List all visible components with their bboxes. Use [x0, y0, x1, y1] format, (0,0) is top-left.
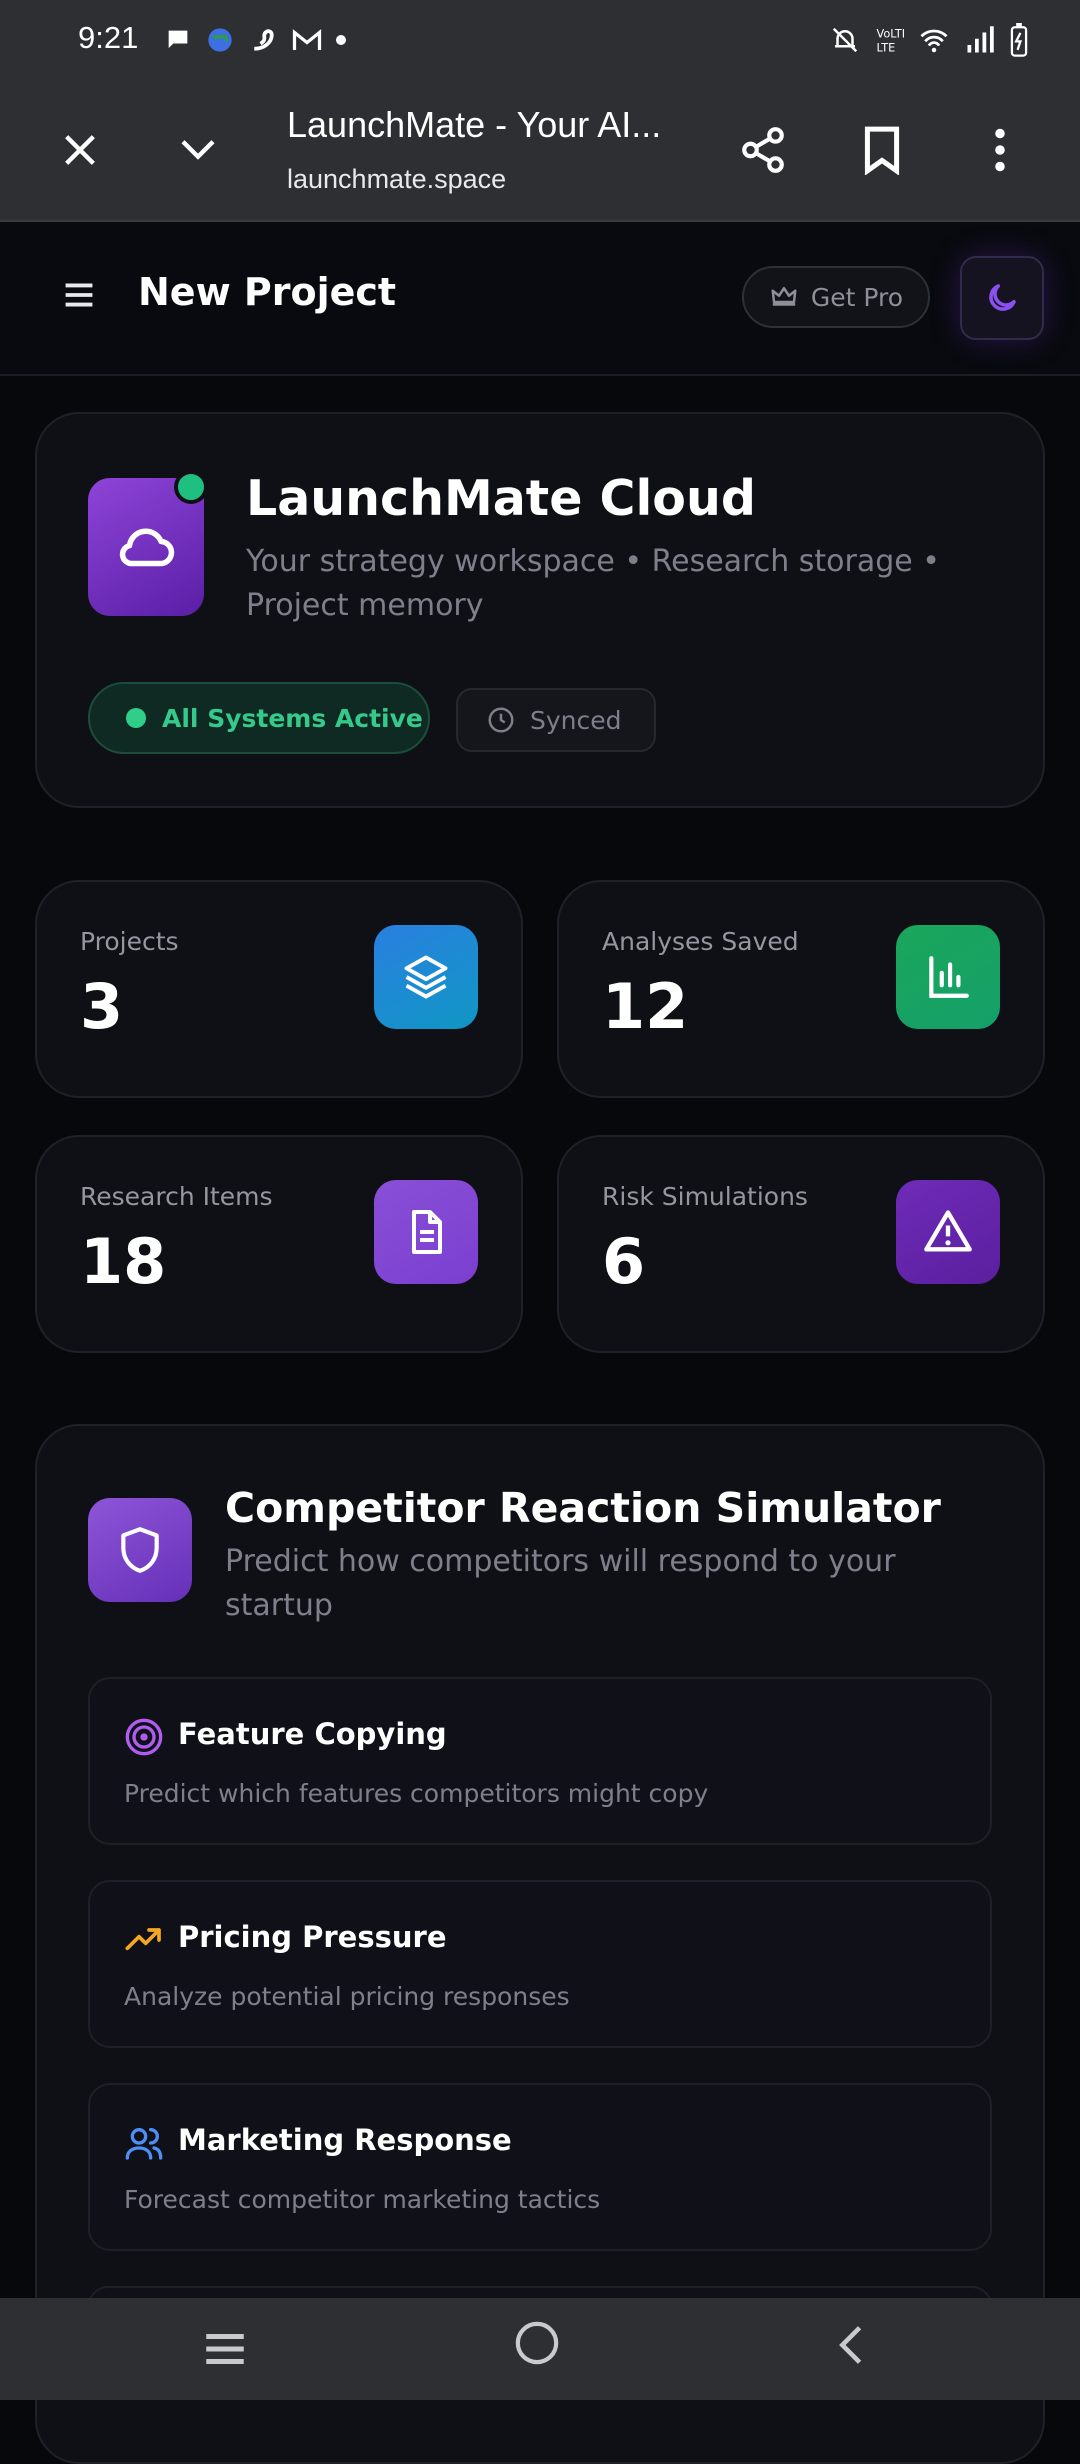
stat-card-projects[interactable]: Projects 3: [35, 880, 523, 1098]
users-icon: [125, 2128, 163, 2160]
stat-value: 6: [602, 1225, 646, 1298]
synced-badge: Synced: [456, 688, 656, 752]
simulator-description: Predict how competitors will respond to …: [225, 1544, 896, 1623]
swirl-icon: [254, 29, 274, 51]
share-button[interactable]: [723, 108, 803, 192]
stat-label: Analyses Saved: [602, 927, 799, 956]
clock-icon: [488, 707, 514, 733]
more-vertical-icon: [995, 128, 1005, 172]
document-icon: [412, 1210, 442, 1254]
home-circle-icon: [515, 2321, 559, 2365]
feature-description: Forecast competitor marketing tactics: [124, 2185, 601, 2214]
notification-icons: [164, 22, 346, 58]
target-icon: [125, 1718, 163, 1756]
bar-chart-icon: [929, 956, 969, 998]
share-icon: [742, 127, 784, 173]
moon-icon: [989, 284, 1016, 311]
stat-icon-tile: [896, 1180, 1000, 1284]
close-tab-button[interactable]: [40, 108, 120, 192]
browser-page-title[interactable]: LaunchMate - Your AI...: [287, 104, 687, 146]
wifi-icon: [920, 29, 948, 53]
signal-icon: [967, 26, 994, 53]
battery-icon: [1010, 23, 1028, 57]
menu-button[interactable]: [56, 272, 102, 318]
stat-label: Projects: [80, 927, 179, 956]
online-indicator: [174, 470, 208, 504]
feature-title: Pricing Pressure: [178, 1920, 447, 1954]
stat-label: Risk Simulations: [602, 1182, 808, 1211]
chat-icon: [168, 30, 188, 49]
volte-icon: VoLTELTE: [877, 28, 905, 55]
layers-icon: [404, 955, 448, 999]
svg-text:LTE: LTE: [877, 41, 896, 54]
get-pro-label: Get Pro: [810, 282, 904, 312]
pricing-pressure-option[interactable]: Pricing Pressure Analyze potential prici…: [88, 1880, 992, 2048]
shield-icon: [121, 1527, 159, 1573]
feature-description: Analyze potential pricing responses: [124, 1982, 570, 2011]
stat-card-risk[interactable]: Risk Simulations 6: [557, 1135, 1045, 1353]
home-button[interactable]: [514, 2320, 568, 2374]
feature-title: Marketing Response: [178, 2123, 512, 2157]
theme-toggle-button[interactable]: [960, 256, 1044, 340]
feature-copying-option[interactable]: Feature Copying Predict which features c…: [88, 1677, 992, 1845]
more-options-button[interactable]: [960, 108, 1040, 192]
trend-up-icon: [125, 1928, 161, 1951]
hamburger-icon: [65, 283, 93, 307]
cloud-icon: [119, 528, 175, 567]
system-status-icons: VoLTELTE: [830, 20, 1028, 60]
warning-icon: [924, 1210, 972, 1252]
recents-icon: [206, 2334, 244, 2364]
back-chevron-icon: [839, 2326, 862, 2364]
status-dot: [126, 708, 146, 728]
minimize-button[interactable]: [158, 108, 238, 192]
page-title: New Project: [138, 270, 397, 314]
gmail-icon: [292, 29, 322, 50]
synced-label: Synced: [530, 705, 622, 735]
status-time: 9:21: [78, 20, 139, 55]
recent-apps-button[interactable]: [200, 2326, 260, 2372]
bookmark-icon: [864, 126, 900, 175]
close-icon: [65, 135, 95, 165]
shield-icon-tile: [88, 1498, 192, 1602]
stat-value: 3: [80, 970, 124, 1043]
simulator-title: Competitor Reaction Simulator: [225, 1484, 941, 1532]
stat-icon-tile: [896, 925, 1000, 1029]
hero-title: LaunchMate Cloud: [246, 470, 756, 527]
stat-card-analyses[interactable]: Analyses Saved 12: [557, 880, 1045, 1098]
systems-active-badge: All Systems Active: [88, 682, 430, 754]
stat-icon-tile: [374, 925, 478, 1029]
mute-icon: [832, 27, 858, 53]
feature-description: Predict which features competitors might…: [124, 1779, 709, 1808]
marketing-response-option[interactable]: Marketing Response Forecast competitor m…: [88, 2083, 992, 2251]
feature-title: Feature Copying: [178, 1717, 447, 1751]
dot-icon: [336, 35, 346, 45]
chevron-down-icon: [181, 140, 215, 160]
stat-card-research[interactable]: Research Items 18: [35, 1135, 523, 1353]
globe-icon: [208, 28, 232, 52]
back-button[interactable]: [832, 2322, 872, 2372]
get-pro-button[interactable]: Get Pro: [742, 266, 930, 328]
stat-label: Research Items: [80, 1182, 273, 1211]
stat-value: 18: [80, 1225, 167, 1298]
stat-icon-tile: [374, 1180, 478, 1284]
stat-value: 12: [602, 970, 689, 1043]
hero-description: Your strategy workspace • Research stora…: [246, 544, 940, 623]
crown-icon: [771, 287, 797, 306]
systems-active-label: All Systems Active: [162, 703, 423, 733]
browser-url[interactable]: launchmate.space: [287, 164, 506, 195]
bookmark-button[interactable]: [842, 108, 922, 192]
svg-text:VoLTE: VoLTE: [877, 28, 905, 41]
